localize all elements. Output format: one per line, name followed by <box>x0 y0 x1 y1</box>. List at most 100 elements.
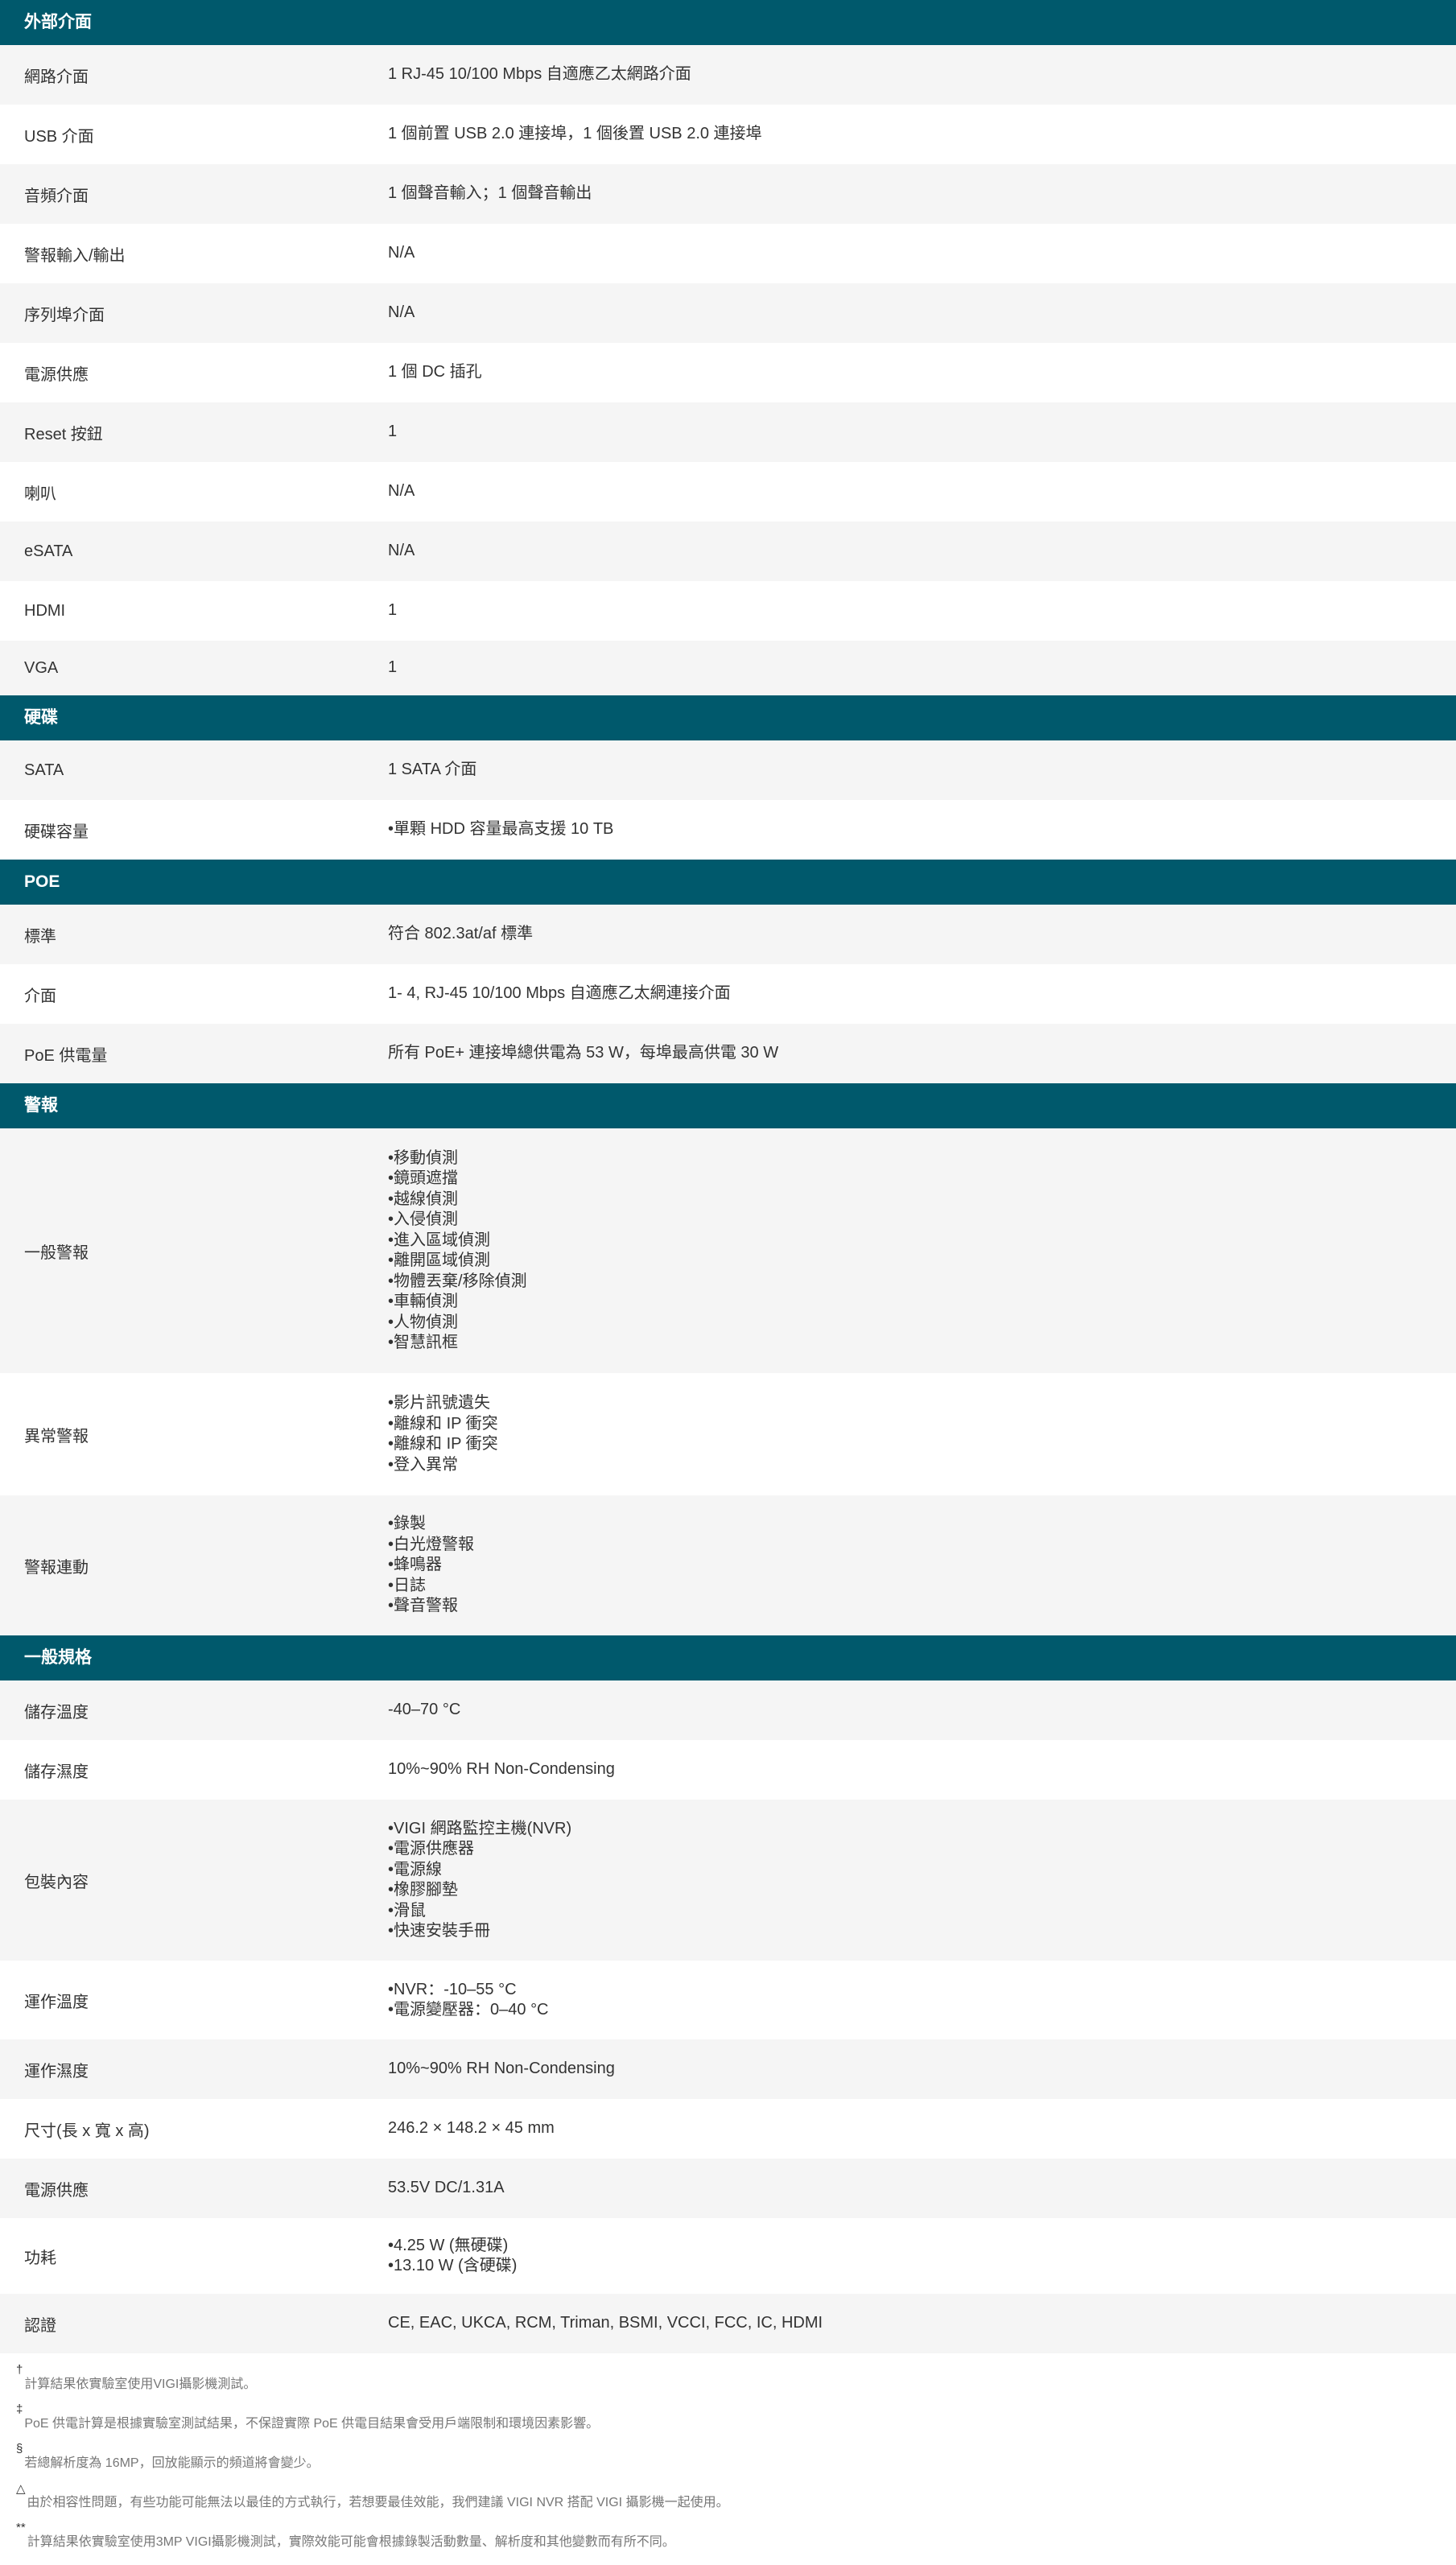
spec-value: 4.25 W (無硬碟)13.10 W (含硬碟) <box>364 2236 1456 2277</box>
spec-label: 一般警報 <box>24 1243 89 1262</box>
spec-value: 所有 PoE+ 連接埠總供電為 53 W，每埠最高供電 30 W <box>388 1044 779 1062</box>
spec-value: 10%~90% RH Non-Condensing <box>388 1760 615 1779</box>
spec-value: 符合 802.3at/af 標準 <box>388 925 534 943</box>
spec-label: 音頻介面 <box>24 187 89 205</box>
spec-value-list: NVR：-10–55 °C電源變壓器：0–40 °C <box>388 1980 1456 2021</box>
spec-row: 電源供應 1 個 DC 插孔 <box>0 343 1456 402</box>
spec-value: NVR：-10–55 °C電源變壓器：0–40 °C <box>364 1980 1456 2021</box>
spec-value-list-item: 移動偵測 <box>388 1148 1456 1169</box>
spec-value-list-item: NVR：-10–55 °C <box>388 1980 1456 2001</box>
spec-value-list-item: 離線和 IP 衝突 <box>388 1434 1456 1455</box>
spec-value: N/A <box>388 482 415 501</box>
spec-value-list-item: 電源線 <box>388 1860 1456 1881</box>
spec-table: 外部介面 網路介面 1 RJ-45 10/100 Mbps 自適應乙太網路介面 USB… <box>0 0 1456 2353</box>
footnote-text: 若總解析度為 16MP，回放能顯示的頻道將會變少。 <box>24 2456 320 2470</box>
section-header: 一般規格 <box>0 1635 1456 1680</box>
spec-row: 標準 符合 802.3at/af 標準 <box>0 905 1456 964</box>
spec-row: HDMI 1 <box>0 581 1456 641</box>
spec-label: eSATA <box>24 542 73 560</box>
spec-value: 1 個 DC 插孔 <box>388 363 482 381</box>
spec-value-list: 錄製白光燈警報蜂鳴器日誌聲音警報 <box>388 1514 1456 1617</box>
spec-label: Reset 按鈕 <box>24 425 103 443</box>
spec-label: 網路介面 <box>24 68 89 86</box>
spec-value-list-item: 日誌 <box>388 1576 1456 1597</box>
spec-value: N/A <box>388 244 415 262</box>
spec-value-list: 影片訊號遺失離線和 IP 衝突離線和 IP 衝突登入異常 <box>388 1393 1456 1475</box>
spec-row: 硬碟容量 單顆 HDD 容量最高支援 10 TB <box>0 800 1456 860</box>
spec-row: VGA 1 <box>0 641 1456 695</box>
spec-label: 介面 <box>24 987 56 1005</box>
spec-label: VGA <box>24 658 59 677</box>
spec-value-list-item: 4.25 W (無硬碟) <box>388 2236 1456 2257</box>
spec-row: 包裝內容 VIGI 網路監控主機(NVR)電源供應器電源線橡膠腳墊滑鼠快速安裝手冊 <box>0 1800 1456 1961</box>
spec-value: VIGI 網路監控主機(NVR)電源供應器電源線橡膠腳墊滑鼠快速安裝手冊 <box>364 1819 1456 1942</box>
footnote-mark: △ <box>16 2482 26 2496</box>
spec-row: 喇叭 N/A <box>0 462 1456 522</box>
spec-value: 錄製白光燈警報蜂鳴器日誌聲音警報 <box>364 1514 1456 1617</box>
spec-value-list-item: 鏡頭遮擋 <box>388 1169 1456 1190</box>
spec-value-list-item: 電源變壓器：0–40 °C <box>388 2000 1456 2021</box>
spec-row: 認證 CE, EAC, UKCA, RCM, Triman, BSMI, VCCI… <box>0 2294 1456 2353</box>
spec-value: 單顆 HDD 容量最高支援 10 TB <box>364 819 1456 840</box>
spec-row: 運作濕度 10%~90% RH Non-Condensing <box>0 2039 1456 2099</box>
spec-value-list-item: 快速安裝手冊 <box>388 1921 1456 1942</box>
spec-value-list: 單顆 HDD 容量最高支援 10 TB <box>388 819 1456 840</box>
spec-row: 警報輸入/輸出 N/A <box>0 224 1456 283</box>
spec-value-list: 移動偵測鏡頭遮擋越線偵測入侵偵測進入區域偵測離開區域偵測物體丟棄/移除偵測車輛偵… <box>388 1148 1456 1354</box>
spec-row: PoE 供電量 所有 PoE+ 連接埠總供電為 53 W，每埠最高供電 30 W <box>0 1024 1456 1083</box>
spec-row: 電源供應 53.5V DC/1.31A <box>0 2159 1456 2218</box>
spec-row: Reset 按鈕 1 <box>0 402 1456 462</box>
spec-value: -40–70 °C <box>388 1701 461 1719</box>
footnote-mark: § <box>16 2442 23 2456</box>
spec-value-list-item: 入侵偵測 <box>388 1210 1456 1231</box>
spec-value-list-item: 錄製 <box>388 1514 1456 1535</box>
spec-value: 10%~90% RH Non-Condensing <box>388 2060 615 2078</box>
spec-label: 電源供應 <box>24 365 89 384</box>
footnote: ‡ PoE 供電計算是根據實驗室測試結果，不保證實際 PoE 供電目結果會受用戶端… <box>16 2402 1456 2447</box>
spec-label: 硬碟容量 <box>24 823 89 841</box>
spec-value-list-item: 進入區域偵測 <box>388 1231 1456 1252</box>
spec-value-list-item: 智慧訊框 <box>388 1333 1456 1354</box>
spec-label: 認證 <box>24 2316 56 2335</box>
spec-value-list-item: 車輛偵測 <box>388 1292 1456 1313</box>
spec-value-list-item: 越線偵測 <box>388 1190 1456 1210</box>
spec-value: 1 個聲音輸入；1 個聲音輸出 <box>388 184 592 203</box>
footnote-text: 計算結果依實驗室使用VIGI攝影機測試。 <box>24 2377 257 2391</box>
spec-row: 介面 1- 4, RJ-45 10/100 Mbps 自適應乙太網連接介面 <box>0 964 1456 1024</box>
spec-row: USB 介面 1 個前置 USB 2.0 連接埠，1 個後置 USB 2.0 連接… <box>0 105 1456 164</box>
spec-label: 標準 <box>24 927 56 946</box>
spec-row: 一般警報 移動偵測鏡頭遮擋越線偵測入侵偵測進入區域偵測離開區域偵測物體丟棄/移除偵… <box>0 1128 1456 1373</box>
spec-row: eSATA N/A <box>0 522 1456 581</box>
spec-value: N/A <box>388 303 415 322</box>
spec-row: 儲存濕度 10%~90% RH Non-Condensing <box>0 1740 1456 1800</box>
spec-label: HDMI <box>24 601 66 620</box>
spec-value-list: 4.25 W (無硬碟)13.10 W (含硬碟) <box>388 2236 1456 2277</box>
spec-value-list-item: 橡膠腳墊 <box>388 1880 1456 1901</box>
spec-value: N/A <box>388 542 415 560</box>
footnote: ** 計算結果依實驗室使用3MP VIGI攝影機測試，實際效能可能會根據錄製活動數… <box>16 2521 1456 2565</box>
spec-row: 儲存溫度 -40–70 °C <box>0 1680 1456 1740</box>
spec-value-list-item: 物體丟棄/移除偵測 <box>388 1272 1456 1293</box>
spec-value-list-item: 離開區域偵測 <box>388 1251 1456 1272</box>
spec-label: 序列埠介面 <box>24 306 105 324</box>
spec-row: 警報連動 錄製白光燈警報蜂鳴器日誌聲音警報 <box>0 1495 1456 1635</box>
footnote: △ 由於相容性問題，有些功能可能無法以最佳的方式執行，若想要最佳效能，我們建議 V… <box>16 2482 1456 2526</box>
spec-label: SATA <box>24 761 64 779</box>
spec-label: 功耗 <box>24 2249 56 2267</box>
footnote: § 若總解析度為 16MP，回放能顯示的頻道將會變少。 <box>16 2442 1456 2486</box>
spec-value-list-item: 電源供應器 <box>388 1839 1456 1860</box>
spec-label: 喇叭 <box>24 485 56 503</box>
spec-value: 1 <box>388 423 398 441</box>
spec-label: 電源供應 <box>24 2181 89 2200</box>
footnotes: † 計算結果依實驗室使用VIGI攝影機測試。 ‡ PoE 供電計算是根據實驗室測試結果… <box>0 2353 1456 2565</box>
spec-label: PoE 供電量 <box>24 1046 108 1065</box>
spec-row: 序列埠介面 N/A <box>0 283 1456 343</box>
spec-value-list-item: 登入異常 <box>388 1455 1456 1476</box>
spec-value: 影片訊號遺失離線和 IP 衝突離線和 IP 衝突登入異常 <box>364 1393 1456 1475</box>
spec-label: 運作溫度 <box>24 1993 89 2011</box>
section-header: 外部介面 <box>0 0 1456 45</box>
spec-value-list-item: 影片訊號遺失 <box>388 1393 1456 1414</box>
spec-value: 246.2 × 148.2 × 45 mm <box>388 2119 555 2138</box>
spec-value: 1 個前置 USB 2.0 連接埠，1 個後置 USB 2.0 連接埠 <box>388 125 762 143</box>
spec-value-list-item: 蜂鳴器 <box>388 1555 1456 1576</box>
